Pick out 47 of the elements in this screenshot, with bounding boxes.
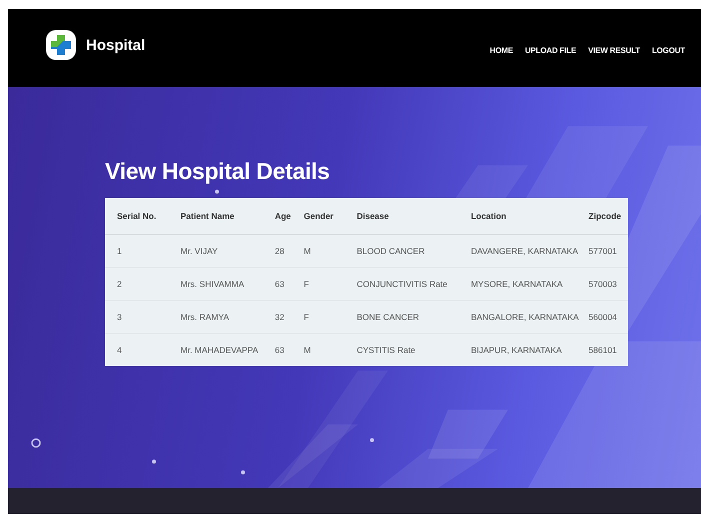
table-cell: 1 — [105, 234, 181, 268]
dot — [370, 438, 374, 442]
table-cell: 63 — [274, 334, 304, 366]
table-cell: 32 — [274, 300, 304, 334]
cross-logo-icon — [46, 30, 76, 60]
table-cell: 560004 — [588, 300, 628, 334]
nav-link[interactable]: HOME — [490, 46, 513, 54]
table-cell: CYSTITIS Rate — [356, 334, 471, 366]
column-header: Age — [274, 198, 304, 235]
table-cell: 577001 — [588, 234, 628, 268]
column-header: Disease — [356, 198, 471, 235]
table-cell: F — [304, 268, 357, 301]
nav-link[interactable]: UPLOAD FILE — [524, 46, 576, 54]
dot — [241, 470, 245, 474]
table-cell: F — [304, 300, 357, 334]
table-cell: 586101 — [588, 334, 628, 366]
dot — [215, 190, 219, 194]
page-title: View Hospital Details — [105, 159, 330, 184]
ring-dot — [31, 438, 41, 448]
dot — [152, 460, 156, 464]
table-cell: MYSORE, KARNATAKA — [470, 268, 589, 301]
table-cell: Mrs. RAMYA — [180, 300, 275, 334]
table-cell: 2 — [105, 268, 181, 301]
table-cell: M — [304, 234, 357, 268]
table-cell: 570003 — [588, 268, 628, 301]
table-cell: BIJAPUR, KARNATAKA — [470, 334, 589, 366]
table-cell: Mrs. SHIVAMMA — [180, 268, 275, 301]
brand-name: Hospital — [86, 36, 146, 54]
table-cell: 3 — [105, 300, 181, 334]
table-cell: CONJUNCTIVITIS Rate — [356, 268, 471, 301]
column-header: Zipcode — [588, 198, 628, 235]
table-cell: BONE CANCER — [356, 300, 471, 334]
column-header: Location — [470, 198, 589, 235]
table-cell: 63 — [274, 268, 304, 301]
column-header: Gender — [304, 198, 357, 235]
table-cell: 28 — [274, 234, 304, 268]
table-cell: Mr. MAHADEVAPPA — [180, 334, 275, 366]
nav-link[interactable]: LOGOUT — [652, 46, 685, 54]
table-cell: DAVANGERE, KARNATAKA — [470, 234, 589, 268]
table-cell: 4 — [105, 334, 181, 366]
table-cell: Mr. VIJAY — [180, 234, 275, 268]
column-header: Patient Name — [180, 198, 275, 235]
table-cell: BLOOD CANCER — [356, 234, 471, 268]
table-cell: BANGALORE, KARNATAKA — [470, 300, 589, 334]
column-header: Serial No. — [105, 198, 181, 235]
nav-link[interactable]: VIEW RESULT — [588, 46, 640, 54]
table-cell: M — [304, 334, 357, 366]
